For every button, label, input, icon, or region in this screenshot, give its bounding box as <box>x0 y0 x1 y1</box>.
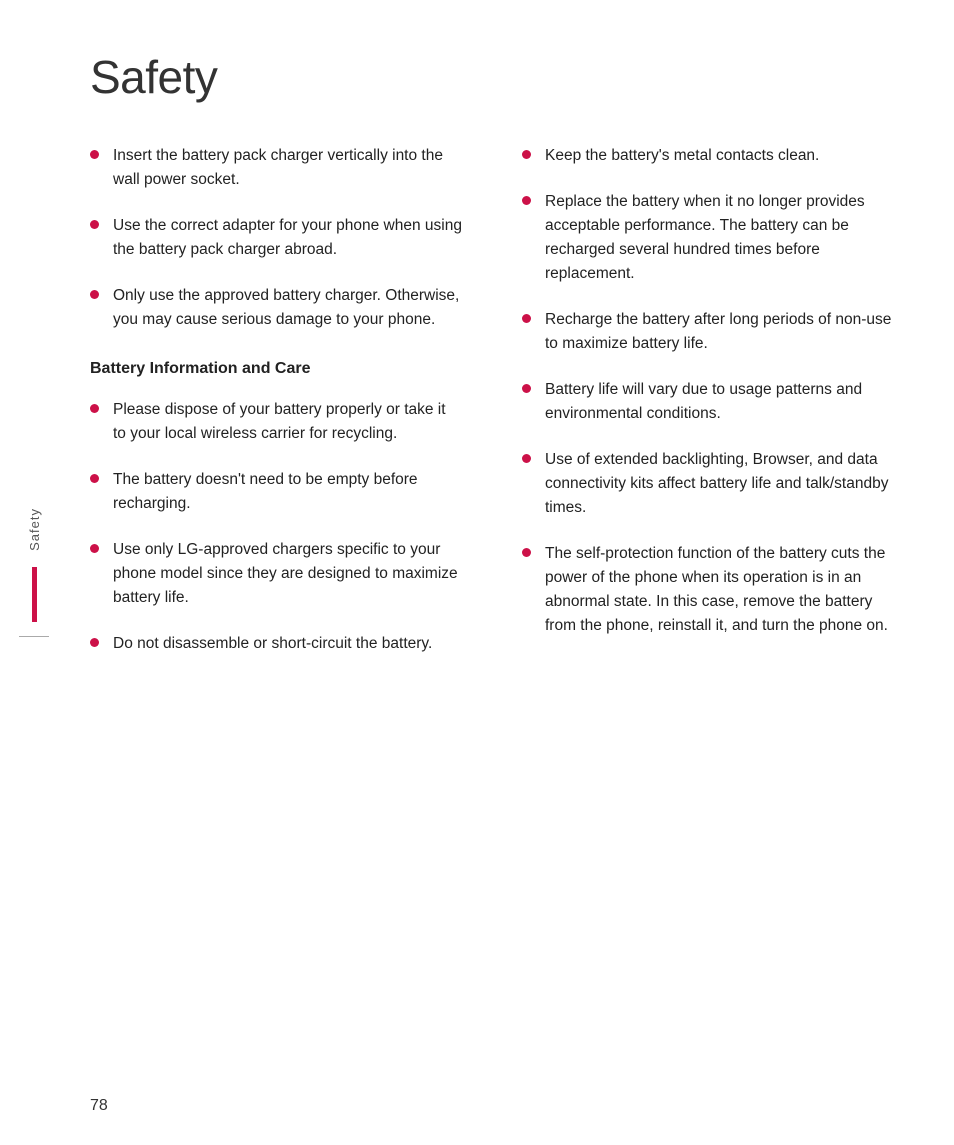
bullet-dot <box>522 314 531 323</box>
bullet-text: The self-protection function of the batt… <box>545 542 894 638</box>
bullet-item: Please dispose of your battery properly … <box>90 398 462 446</box>
bullet-item: Use only LG-approved chargers specific t… <box>90 538 462 610</box>
bullet-item: Recharge the battery after long periods … <box>522 308 894 356</box>
bullet-dot <box>522 150 531 159</box>
bullet-item: Replace the battery when it no longer pr… <box>522 190 894 286</box>
bullet-dot <box>522 548 531 557</box>
bullet-text: Only use the approved battery charger. O… <box>113 284 462 332</box>
page-number: 78 <box>90 1097 108 1115</box>
bullet-item: The self-protection function of the batt… <box>522 542 894 638</box>
intro-bullet-list: Insert the battery pack charger vertical… <box>90 144 462 332</box>
bullet-item: Only use the approved battery charger. O… <box>90 284 462 332</box>
content-columns: Insert the battery pack charger vertical… <box>90 144 894 684</box>
right-column: Keep the battery's metal contacts clean.… <box>512 144 894 684</box>
bullet-dot <box>522 196 531 205</box>
bullet-dot <box>90 404 99 413</box>
bullet-text: Use the correct adapter for your phone w… <box>113 214 462 262</box>
bullet-text: Use of extended backlighting, Browser, a… <box>545 448 894 520</box>
bullet-dot <box>90 544 99 553</box>
bullet-dot <box>522 384 531 393</box>
sidebar-divider <box>19 636 49 637</box>
left-sidebar: Safety <box>14 0 54 1145</box>
bullet-text: Replace the battery when it no longer pr… <box>545 190 894 286</box>
bullet-text: Insert the battery pack charger vertical… <box>113 144 462 192</box>
bullet-dot <box>90 290 99 299</box>
bullet-item: Use of extended backlighting, Browser, a… <box>522 448 894 520</box>
bullet-dot <box>90 638 99 647</box>
bullet-item: Insert the battery pack charger vertical… <box>90 144 462 192</box>
bullet-item: The battery doesn't need to be empty bef… <box>90 468 462 516</box>
right-bullet-list: Keep the battery's metal contacts clean.… <box>522 144 894 638</box>
bullet-item: Battery life will vary due to usage patt… <box>522 378 894 426</box>
bullet-item: Keep the battery's metal contacts clean. <box>522 144 894 168</box>
bullet-text: Use only LG-approved chargers specific t… <box>113 538 462 610</box>
bullet-item: Do not disassemble or short-circuit the … <box>90 632 462 656</box>
bullet-text: Do not disassemble or short-circuit the … <box>113 632 432 656</box>
bullet-text: Keep the battery's metal contacts clean. <box>545 144 819 168</box>
bullet-dot <box>90 220 99 229</box>
bullet-dot <box>90 150 99 159</box>
sidebar-text-wrapper: Safety <box>19 508 49 637</box>
page-container: Safety Safety Insert the battery pack ch… <box>0 0 954 1145</box>
page-title: Safety <box>90 50 894 104</box>
bullet-text: The battery doesn't need to be empty bef… <box>113 468 462 516</box>
section-bullet-list: Please dispose of your battery properly … <box>90 398 462 656</box>
bullet-item: Use the correct adapter for your phone w… <box>90 214 462 262</box>
bullet-text: Recharge the battery after long periods … <box>545 308 894 356</box>
bullet-dot <box>522 454 531 463</box>
section-heading: Battery Information and Care <box>90 360 462 378</box>
bullet-text: Battery life will vary due to usage patt… <box>545 378 894 426</box>
bullet-dot <box>90 474 99 483</box>
left-column: Insert the battery pack charger vertical… <box>90 144 472 684</box>
bullet-text: Please dispose of your battery properly … <box>113 398 462 446</box>
sidebar-label: Safety <box>27 508 42 551</box>
sidebar-accent <box>32 567 37 622</box>
